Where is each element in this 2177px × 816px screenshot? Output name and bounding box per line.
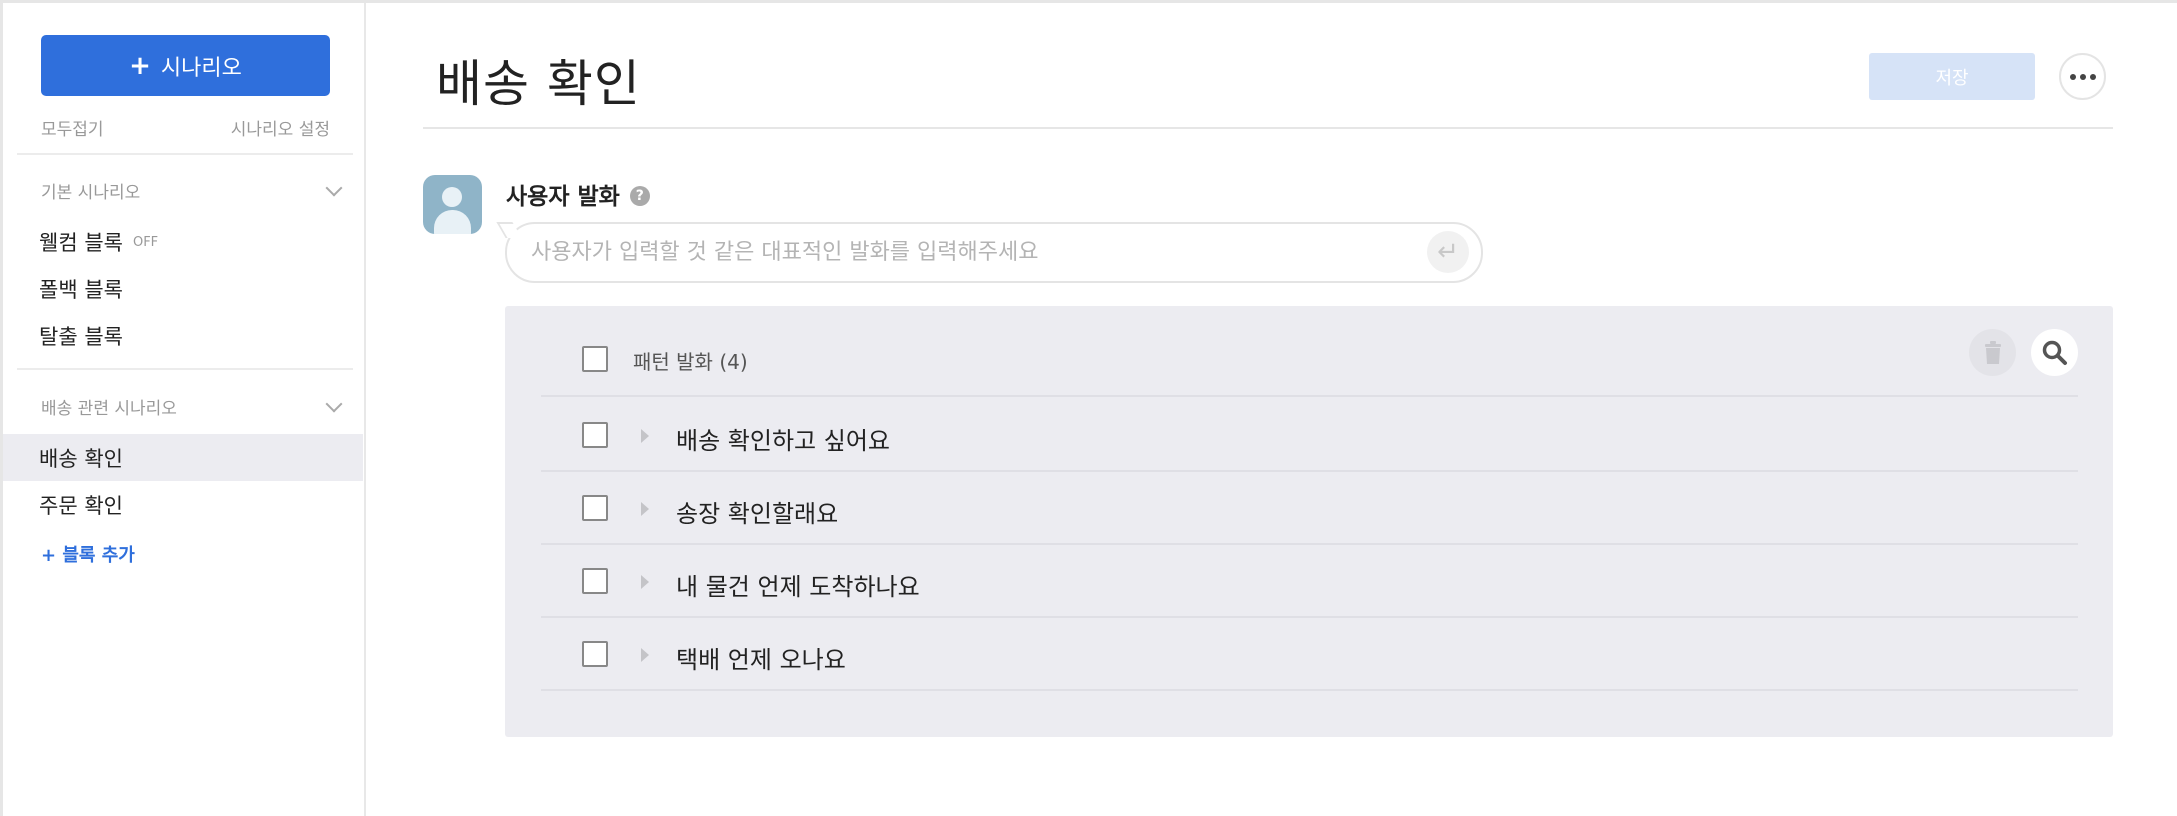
pattern-title: 패턴 발화 (4) [633,350,748,374]
utterance-label-row: 사용자 발화 ? [506,177,650,211]
row-checkbox[interactable] [582,568,608,594]
status-badge: OFF [132,235,159,250]
sidebar-item-order-check[interactable]: 주문 확인 [3,481,363,528]
scenario-settings-link[interactable]: 시나리오 설정 [231,115,330,140]
row-checkbox[interactable] [582,495,608,521]
collapse-all-link[interactable]: 모두접기 [41,115,104,140]
sidebar-item-label: 배송 확인 [39,446,123,471]
sidebar-item-welcome[interactable]: 웰컴 블록 OFF [3,218,363,265]
utterance-input[interactable] [531,224,1411,281]
list-item[interactable]: 배송 확인하고 싶어요 [541,399,2078,472]
pattern-text: 내 물건 언제 도착하나요 [676,573,920,601]
user-avatar-icon [423,175,482,234]
save-button[interactable]: 저장 [1869,53,2035,100]
title-divider [423,127,2113,129]
utterance-label: 사용자 발화 [506,184,620,210]
chevron-down-icon[interactable] [325,179,343,196]
utterance-input-bubble: ↵ [505,222,1483,283]
more-icon[interactable] [2059,53,2106,100]
add-scenario-label: 시나리오 [160,55,242,81]
pattern-panel: 패턴 발화 (4) 배송 확인하고 싶어요 송장 확인할래요 내 물건 언제 도… [505,306,2113,737]
group-title-basic[interactable]: 기본 시나리오 [41,178,346,203]
group-title-label: 기본 시나리오 [41,183,141,203]
add-scenario-button[interactable]: + 시나리오 [41,35,330,96]
group-title-delivery[interactable]: 배송 관련 시나리오 [41,394,346,419]
add-block-link[interactable]: + 블록 추가 [41,541,135,567]
sidebar-item-fallback[interactable]: 폴백 블록 [3,265,363,312]
caret-right-icon[interactable] [641,429,649,443]
sidebar-item-label: 폴백 블록 [39,277,123,302]
caret-right-icon[interactable] [641,502,649,516]
pattern-header: 패턴 발화 (4) [541,306,2078,397]
list-item[interactable]: 택배 언제 오나요 [541,618,2078,691]
pattern-text: 배송 확인하고 싶어요 [676,427,890,455]
row-checkbox[interactable] [582,641,608,667]
sidebar-item-label: 탈출 블록 [39,324,123,349]
list-item[interactable]: 송장 확인할래요 [541,472,2078,545]
group-title-label: 배송 관련 시나리오 [41,399,177,419]
sidebar-sub-links: 모두접기 시나리오 설정 [41,115,330,140]
sidebar-item-label: 주문 확인 [39,493,123,518]
sidebar-item-delivery-check[interactable]: 배송 확인 [3,434,363,481]
sidebar-item-exit[interactable]: 탈출 블록 [3,312,363,359]
select-all-checkbox[interactable] [582,346,608,372]
help-icon[interactable]: ? [629,186,650,206]
plus-icon: + [129,50,151,81]
search-icon[interactable] [2031,329,2078,376]
sidebar-divider [17,368,353,370]
sidebar-item-label: 웰컴 블록 [39,230,123,255]
row-checkbox[interactable] [582,422,608,448]
sidebar: + 시나리오 모두접기 시나리오 설정 기본 시나리오 웰컴 블록 OFF 폴백… [3,3,366,816]
trash-icon[interactable] [1969,329,2016,376]
list-item[interactable]: 내 물건 언제 도착하나요 [541,545,2078,618]
pattern-text: 송장 확인할래요 [676,500,839,528]
sidebar-divider [17,153,353,155]
pattern-text: 택배 언제 오나요 [676,646,846,674]
enter-icon[interactable]: ↵ [1427,231,1469,273]
caret-right-icon[interactable] [641,575,649,589]
caret-right-icon[interactable] [641,648,649,662]
chevron-down-icon[interactable] [325,395,343,412]
page-title: 배송 확인 [436,55,641,113]
